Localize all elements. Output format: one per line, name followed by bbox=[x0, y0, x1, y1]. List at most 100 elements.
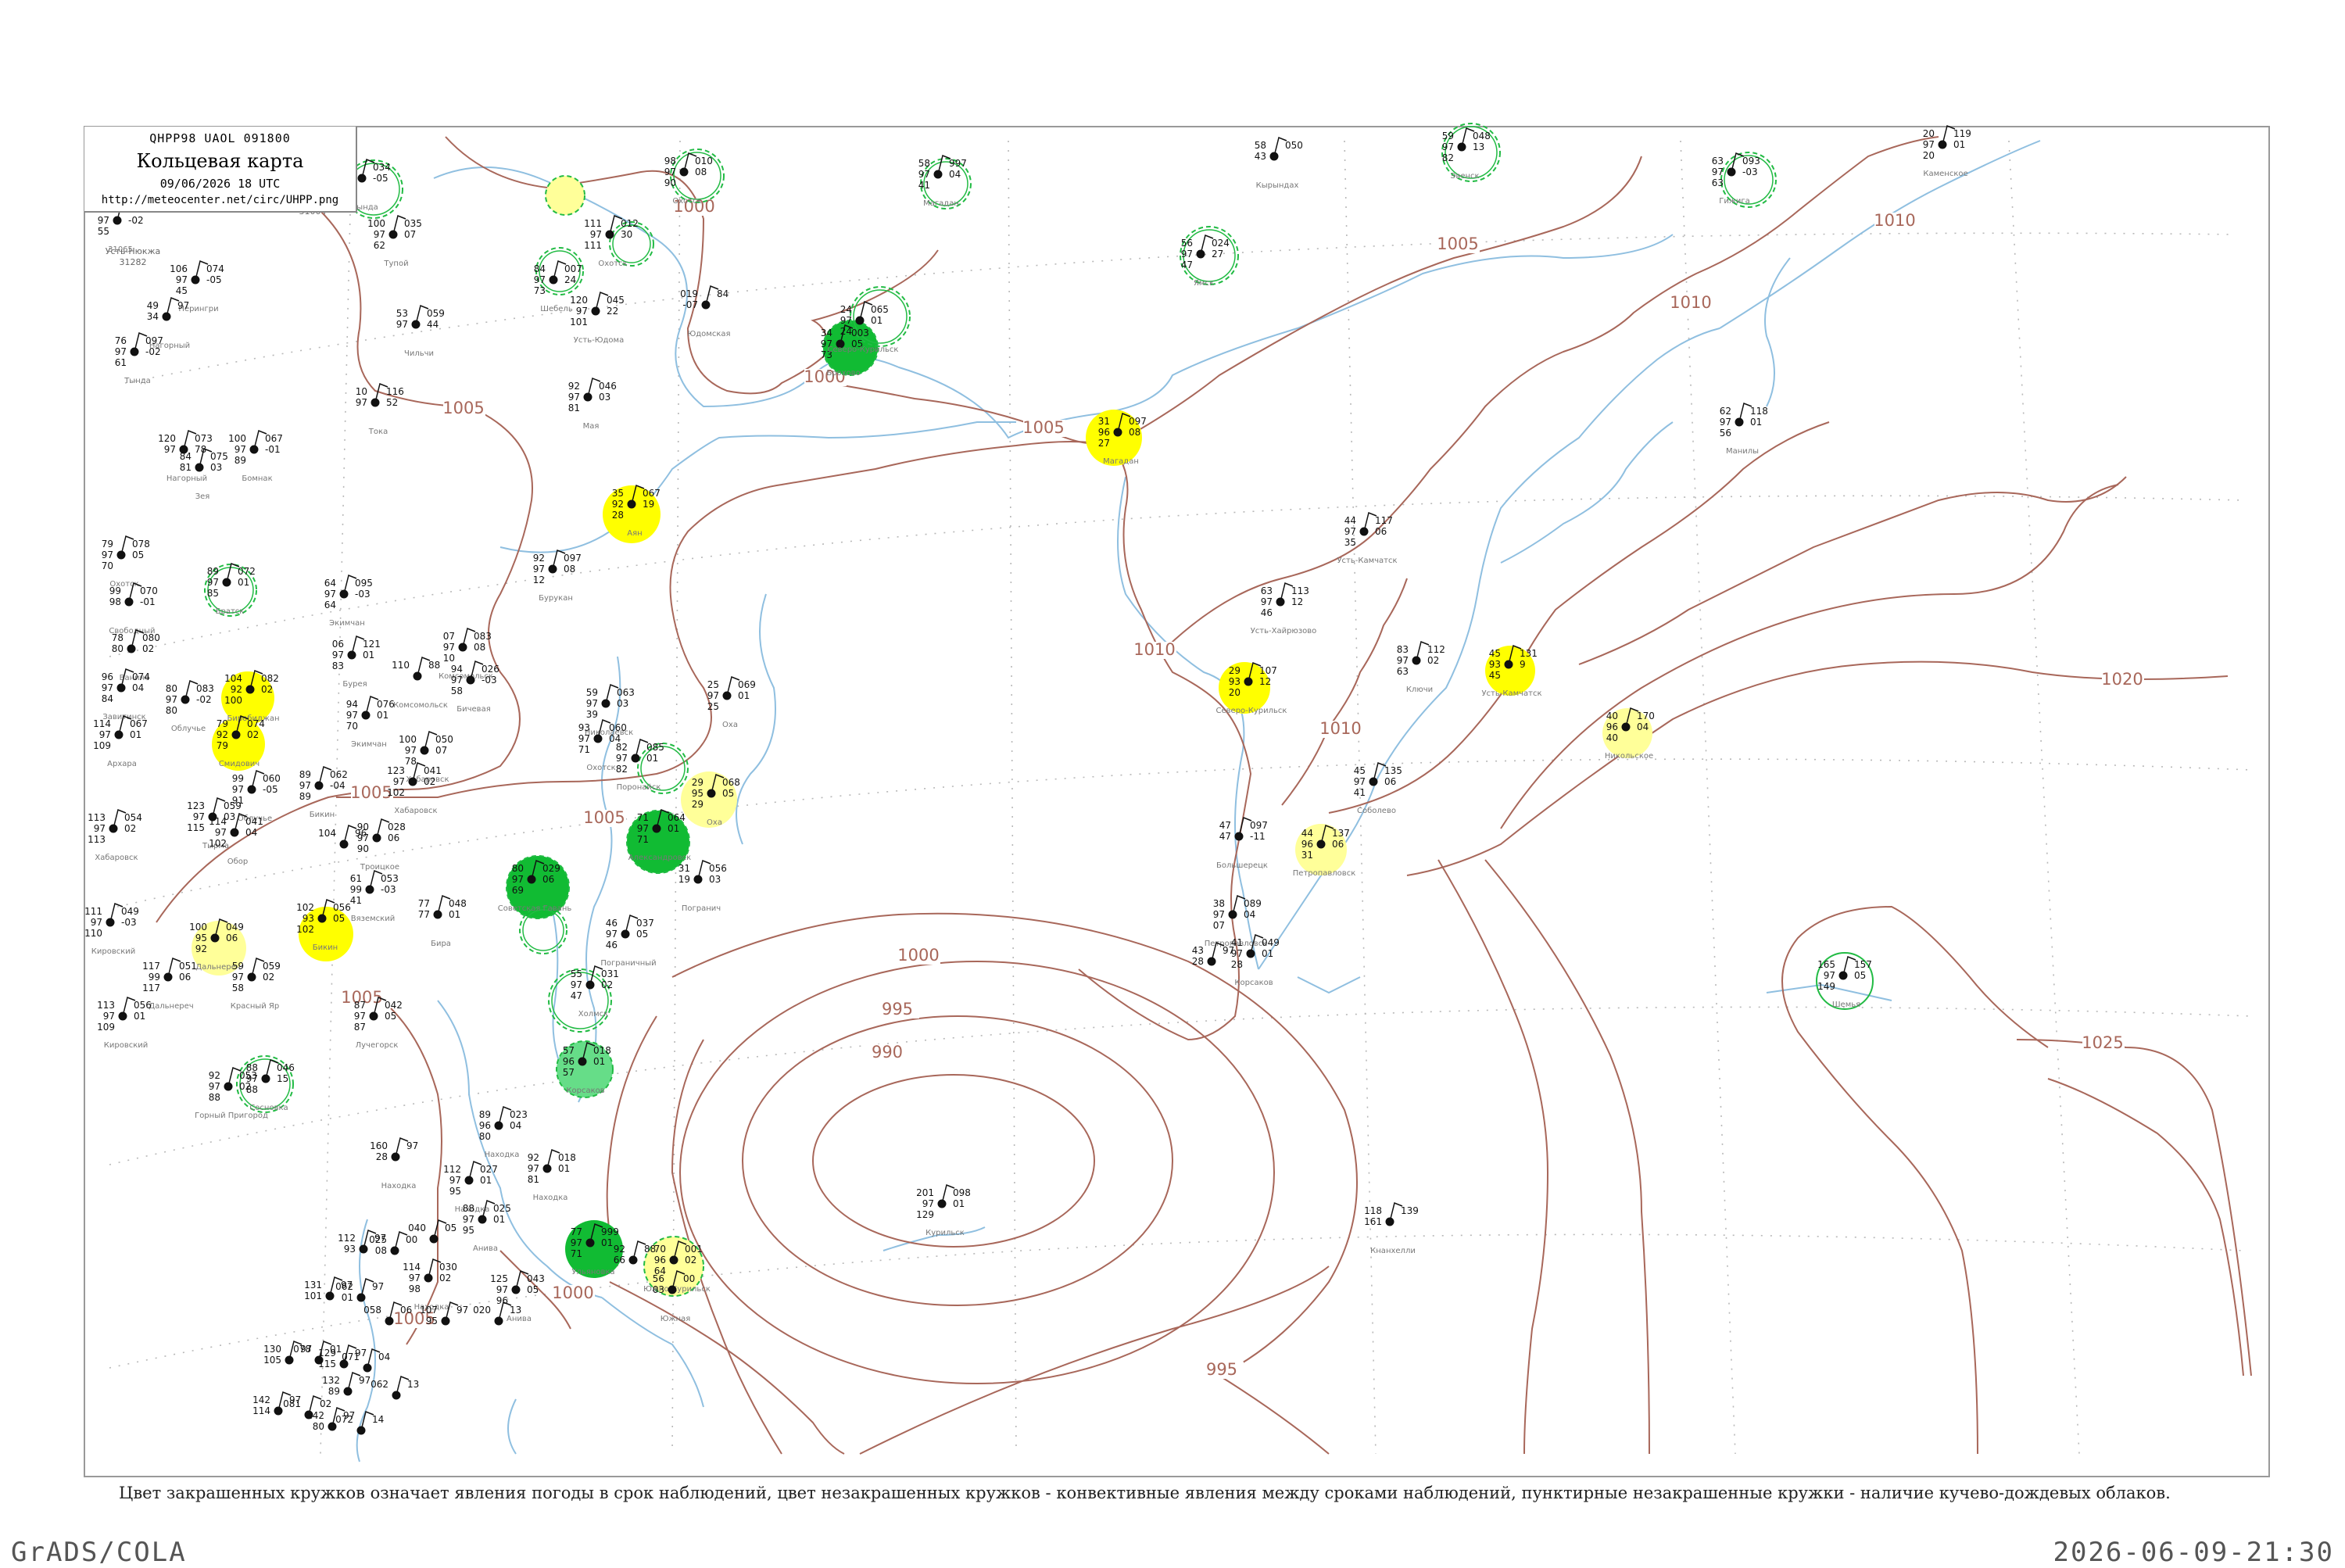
station-value: 046 bbox=[599, 381, 617, 392]
station-value: 71 bbox=[571, 1248, 582, 1259]
station-name: Кировский bbox=[91, 947, 136, 956]
station-value: 96 bbox=[102, 671, 113, 682]
station-value: 04 bbox=[378, 1351, 390, 1362]
station-value: 02 bbox=[263, 972, 274, 983]
station-value: 102 bbox=[296, 924, 314, 935]
station-value: 46 bbox=[1261, 607, 1273, 618]
station-name: Бира bbox=[431, 940, 451, 948]
station-value: 01 bbox=[130, 729, 141, 740]
station-name: Соболево bbox=[1357, 807, 1396, 815]
station-value: 046 bbox=[277, 1062, 295, 1073]
station-value: 067 bbox=[643, 488, 661, 499]
station-name: Северо-Курильск bbox=[828, 345, 899, 354]
station-name: Бурея bbox=[342, 680, 367, 689]
isobar-label: 1005 bbox=[442, 399, 484, 417]
station-value: 57 bbox=[563, 1045, 575, 1056]
station-value: 96 bbox=[654, 1255, 666, 1265]
station-value: 20 bbox=[1229, 687, 1241, 698]
station-value: -11 bbox=[1250, 831, 1266, 842]
station-value: 41 bbox=[1354, 787, 1366, 798]
station-value: 01 bbox=[1262, 948, 1273, 959]
station-value: 80 bbox=[479, 1131, 491, 1142]
station-value: 53 bbox=[396, 308, 408, 319]
station-value: 97 bbox=[354, 1011, 366, 1022]
station-value: 112 bbox=[1427, 644, 1445, 655]
station-value: 073 bbox=[195, 433, 213, 444]
station-value: 02 bbox=[685, 1255, 696, 1265]
station-value: 08 bbox=[695, 166, 707, 177]
station-value: 97 bbox=[512, 874, 524, 885]
station-value: 041 bbox=[424, 765, 442, 776]
source-url: http://meteocenter.net/circ/UHPP.png bbox=[101, 194, 339, 206]
station-value: 94 bbox=[346, 699, 358, 710]
station-value: 93 bbox=[1229, 676, 1241, 687]
station-value: 97 bbox=[193, 811, 205, 822]
station-value: 01 bbox=[493, 1214, 505, 1225]
station-value: -03 bbox=[482, 675, 497, 686]
station-name: Северо-Курильск bbox=[1216, 707, 1287, 715]
station-value: 076 bbox=[377, 699, 395, 710]
station-name: Петропавловск bbox=[1293, 869, 1355, 878]
station-value: 010 bbox=[695, 156, 713, 166]
station-name: Братск bbox=[216, 607, 245, 616]
isobar-label: 995 bbox=[1206, 1360, 1237, 1379]
station-name: Юдомская bbox=[687, 330, 730, 338]
station-value: 05 bbox=[445, 1223, 456, 1233]
station-value: 97 bbox=[103, 1011, 115, 1022]
map-title: Кольцевая карта bbox=[136, 150, 304, 172]
station-value: 060 bbox=[609, 722, 627, 733]
station-value: 101 bbox=[570, 317, 588, 328]
station-name: Находка bbox=[533, 1194, 568, 1202]
station-value: 04 bbox=[132, 682, 144, 693]
station-value: 132 bbox=[322, 1375, 340, 1386]
station-value: -05 bbox=[373, 173, 388, 184]
station-name: Поронайск bbox=[617, 783, 661, 792]
station-value: 98 bbox=[664, 156, 676, 166]
station-value: 078 bbox=[293, 1344, 311, 1355]
station-value: 113 bbox=[97, 1000, 115, 1011]
station-value: 96 bbox=[1606, 721, 1618, 732]
station-value: 97 bbox=[1261, 596, 1273, 607]
station-name: Обор bbox=[227, 857, 249, 866]
station-value: -03 bbox=[121, 917, 137, 928]
station-value: 062 bbox=[371, 1379, 388, 1390]
station-value: 051 bbox=[179, 961, 197, 972]
station-name: Магадан bbox=[1103, 457, 1139, 466]
station-value: 90 bbox=[357, 843, 369, 854]
station-value: 02 bbox=[142, 643, 154, 654]
station-value: 06 bbox=[400, 1305, 412, 1316]
station-value: 01 bbox=[558, 1163, 570, 1174]
station-value: 03 bbox=[617, 698, 628, 709]
station-value: 104 bbox=[224, 673, 242, 684]
station-value: 87 bbox=[354, 1000, 366, 1011]
station-name: Курильск bbox=[925, 1229, 965, 1237]
station-value: 66 bbox=[614, 1255, 625, 1265]
isobar-label: 1005 bbox=[1437, 234, 1478, 253]
station-value: 97 bbox=[98, 215, 109, 226]
station-value: 87 bbox=[354, 1022, 366, 1033]
station-value: 49 bbox=[147, 300, 159, 311]
station-value: 110 bbox=[84, 928, 102, 939]
station-value: 115 bbox=[318, 1359, 336, 1369]
station-value: 201 bbox=[916, 1187, 934, 1198]
station-value: 007 bbox=[564, 263, 582, 274]
station-value: 78 bbox=[405, 756, 417, 767]
station-value: 46 bbox=[606, 940, 618, 950]
station-value: 82 bbox=[616, 764, 628, 775]
station-value: 97 bbox=[586, 698, 598, 709]
station-name: Находка bbox=[381, 1182, 417, 1190]
station-value: 45 bbox=[1489, 670, 1501, 681]
station-value: 92 bbox=[209, 1070, 220, 1081]
station-value: 08 bbox=[564, 564, 575, 575]
station-value: 94 bbox=[451, 664, 463, 675]
station-value: 31 bbox=[1098, 416, 1110, 427]
station-value: 97 bbox=[356, 397, 367, 408]
station-name: Охотск bbox=[586, 764, 615, 772]
station-value: 9 bbox=[1520, 659, 1526, 670]
station-value: 080 bbox=[142, 632, 160, 643]
station-value: 05 bbox=[1854, 970, 1866, 981]
station-value: 110 bbox=[392, 660, 410, 671]
station-value: 06 bbox=[179, 972, 191, 983]
station-value: 050 bbox=[435, 734, 453, 745]
station-value: 93 bbox=[344, 1244, 356, 1255]
